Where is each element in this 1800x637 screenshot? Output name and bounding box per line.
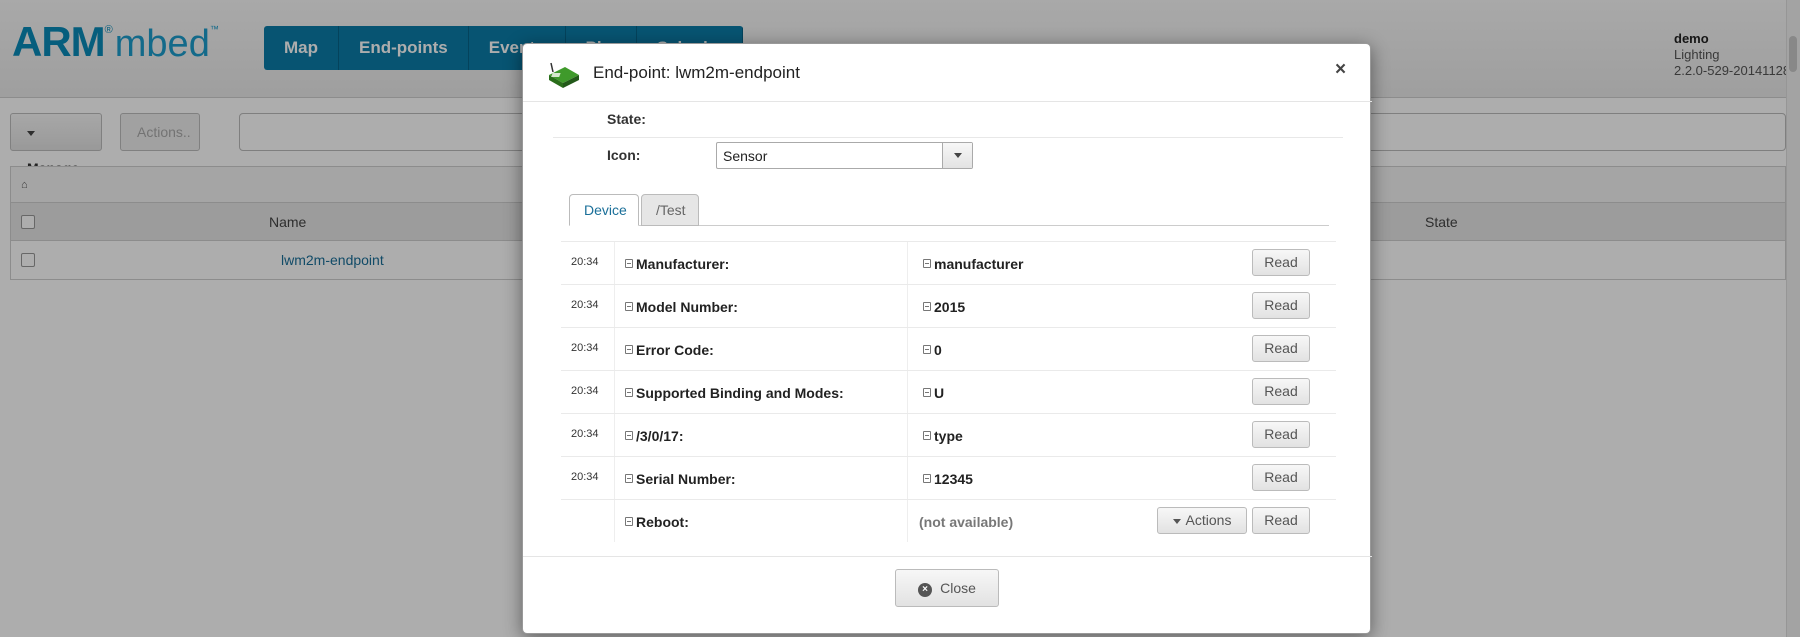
resource-label-text: Serial Number: (636, 471, 736, 487)
resource-time: 20:34 (571, 471, 599, 483)
resource-label: Supported Binding and Modes: (625, 385, 844, 401)
resource-icon (923, 302, 931, 311)
resource-row: 20:34 Serial Number: 12345 Read (561, 456, 1336, 499)
column-separator (907, 242, 908, 284)
resource-value-text: manufacturer (934, 256, 1024, 272)
resource-label-text: Reboot: (636, 514, 689, 530)
resource-icon (923, 388, 931, 397)
close-icon[interactable]: × (1335, 59, 1346, 81)
modal-header: End-point: lwm2m-endpoint × (523, 44, 1372, 102)
chevron-down-icon (1172, 518, 1181, 524)
resource-value-unavailable: (not available) (919, 514, 1014, 530)
resource-icon (625, 388, 633, 397)
resource-label: /3/0/17: (625, 428, 683, 444)
resource-time: 20:34 (571, 299, 599, 311)
tab-device[interactable]: Device (569, 194, 639, 226)
resource-time: 20:34 (571, 428, 599, 440)
resource-time: 20:34 (571, 385, 599, 397)
close-circle-icon: × (918, 583, 933, 597)
resource-row: 20:34 Supported Binding and Modes: U Rea… (561, 370, 1336, 413)
endpoint-device-icon (549, 62, 579, 88)
time-cell (561, 500, 615, 542)
resource-label-text: Model Number: (636, 299, 738, 315)
resource-label: Manufacturer: (625, 256, 729, 272)
resource-label-text: /3/0/17: (636, 428, 684, 444)
resource-row: Reboot: (not available) Actions Read (561, 499, 1336, 542)
resource-row: 20:34 Model Number: 2015 Read (561, 284, 1336, 327)
tab-test[interactable]: /Test (641, 194, 699, 226)
resource-icon (625, 302, 633, 311)
resource-row: 20:34 Manufacturer: manufacturer Read (561, 241, 1336, 284)
resource-icon (625, 259, 633, 268)
time-cell: 20:34 (561, 371, 615, 413)
resource-time: 20:34 (571, 342, 599, 354)
resource-value: 0 (923, 342, 942, 358)
read-button[interactable]: Read (1252, 421, 1310, 448)
resource-label: Reboot: (625, 514, 689, 530)
icon-select-value: Sensor (723, 148, 768, 164)
resource-value: 2015 (923, 299, 965, 315)
resource-value-text: 0 (934, 342, 942, 358)
dropdown-button[interactable] (942, 143, 972, 168)
icon-select[interactable]: Sensor (716, 142, 973, 169)
state-label: State: (607, 111, 646, 127)
resource-value: U (923, 385, 944, 401)
read-button[interactable]: Read (1252, 464, 1310, 491)
column-separator (907, 500, 908, 542)
resource-value-text: 2015 (934, 299, 966, 315)
resource-icon (625, 474, 633, 483)
column-separator (907, 328, 908, 370)
resource-value-text: type (934, 428, 963, 444)
resource-value: type (923, 428, 963, 444)
resource-time: 20:34 (571, 256, 599, 268)
time-cell: 20:34 (561, 414, 615, 456)
resource-row: 20:34 Error Code: 0 Read (561, 327, 1336, 370)
chevron-down-icon (954, 153, 962, 158)
endpoint-modal: End-point: lwm2m-endpoint × State: Icon:… (522, 43, 1372, 635)
resource-label-text: Error Code: (636, 342, 714, 358)
modal-title: End-point: lwm2m-endpoint (593, 63, 800, 82)
resource-label: Model Number: (625, 299, 738, 315)
column-separator (907, 371, 908, 413)
resource-value: 12345 (923, 471, 973, 487)
resource-value: manufacturer (923, 256, 1023, 272)
resource-icon (923, 431, 931, 440)
read-button[interactable]: Read (1252, 378, 1310, 405)
resource-icon (625, 345, 633, 354)
close-label: Close (940, 580, 976, 596)
resource-row: 20:34 /3/0/17: type Read (561, 413, 1336, 456)
resource-label-text: Manufacturer: (636, 256, 730, 272)
read-button[interactable]: Read (1252, 335, 1310, 362)
divider (553, 137, 1343, 138)
close-button[interactable]: × Close (895, 569, 999, 607)
modal-footer: × Close (523, 556, 1372, 635)
actions-label: Actions (1185, 512, 1232, 528)
resource-label: Serial Number: (625, 471, 736, 487)
resources-table: 20:34 Manufacturer: manufacturer Read 20… (561, 241, 1336, 542)
resource-icon (923, 259, 931, 268)
column-separator (907, 414, 908, 456)
read-button[interactable]: Read (1252, 249, 1310, 276)
time-cell: 20:34 (561, 328, 615, 370)
column-separator (907, 285, 908, 327)
resource-icon (923, 474, 931, 483)
resource-label-text: Supported Binding and Modes: (636, 385, 844, 401)
actions-dropdown-button[interactable]: Actions (1157, 507, 1247, 534)
resource-value-text: 12345 (934, 471, 973, 487)
icon-label: Icon: (607, 147, 641, 163)
modal-tabs: Device /Test (569, 194, 1329, 226)
resource-icon (923, 345, 931, 354)
time-cell: 20:34 (561, 457, 615, 499)
read-button[interactable]: Read (1252, 292, 1310, 319)
time-cell: 20:34 (561, 285, 615, 327)
resource-icon (625, 517, 633, 526)
column-separator (907, 457, 908, 499)
read-button[interactable]: Read (1252, 507, 1310, 534)
resource-icon (625, 431, 633, 440)
time-cell: 20:34 (561, 242, 615, 284)
resource-value-text: U (934, 385, 945, 401)
resource-label: Error Code: (625, 342, 714, 358)
